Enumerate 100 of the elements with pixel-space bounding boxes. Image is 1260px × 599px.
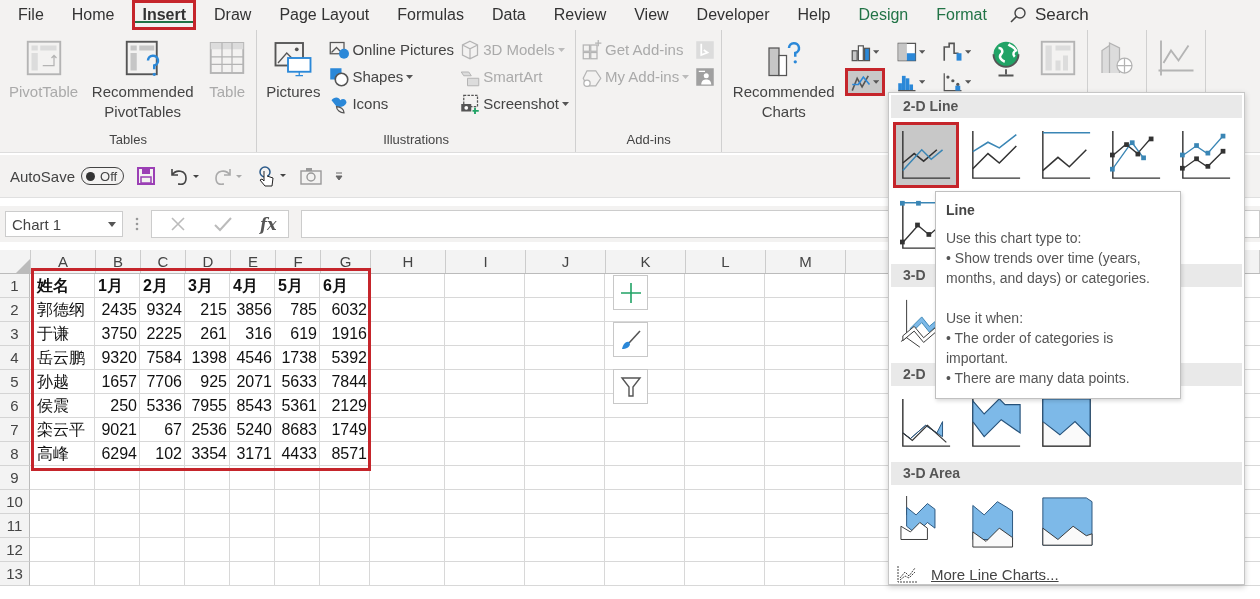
ribbon-tab[interactable]: Format: [926, 0, 997, 30]
row-header[interactable]: 1: [0, 274, 30, 298]
customize-icon[interactable]: [334, 171, 345, 181]
ribbon-button[interactable]: Icons: [329, 92, 455, 115]
table-cell[interactable]: 孙越: [30, 370, 95, 394]
table-cell[interactable]: 9320: [95, 346, 140, 370]
table-cell[interactable]: 316: [230, 322, 275, 346]
table-cell[interactable]: 岳云鹏: [30, 346, 95, 370]
table-cell[interactable]: 5336: [140, 394, 185, 418]
table-cell[interactable]: 4546: [230, 346, 275, 370]
table-cell[interactable]: 6月: [320, 274, 370, 298]
chart-styles-button[interactable]: [613, 322, 648, 357]
table-cell[interactable]: 4433: [275, 442, 320, 466]
table-cell[interactable]: 1749: [320, 418, 370, 442]
chart-elements-button[interactable]: [613, 275, 648, 310]
table-cell[interactable]: 6294: [95, 442, 140, 466]
table-cell[interactable]: 5361: [275, 394, 320, 418]
ribbon-button[interactable]: Pictures: [263, 36, 324, 132]
table-cell[interactable]: 9021: [95, 418, 140, 442]
ribbon-tab[interactable]: Developer: [686, 0, 780, 30]
column-header[interactable]: M: [766, 250, 846, 273]
touch-icon[interactable]: [256, 165, 289, 187]
table-cell[interactable]: 8571: [320, 442, 370, 466]
save-icon[interactable]: [136, 166, 157, 186]
column-header[interactable]: J: [526, 250, 606, 273]
row-header[interactable]: 3: [0, 322, 30, 346]
table-cell[interactable]: 925: [185, 370, 230, 394]
camera-icon[interactable]: [300, 167, 323, 185]
table-cell[interactable]: 102: [140, 442, 185, 466]
ribbon-button[interactable]: Screenshot: [460, 92, 569, 115]
table-cell[interactable]: 1398: [185, 346, 230, 370]
column-header[interactable]: B: [96, 250, 141, 273]
row-header[interactable]: 13: [0, 562, 30, 586]
table-cell[interactable]: 2月: [140, 274, 185, 298]
table-cell[interactable]: 8543: [230, 394, 275, 418]
table-cell[interactable]: 3354: [185, 442, 230, 466]
table-cell[interactable]: 栾云平: [30, 418, 95, 442]
row-header[interactable]: 11: [0, 514, 30, 538]
table-cell[interactable]: 3171: [230, 442, 275, 466]
ribbon-tab[interactable]: File: [8, 0, 54, 30]
row-header[interactable]: 9: [0, 466, 30, 490]
ribbon-tab[interactable]: Help: [787, 0, 841, 30]
ribbon-tab[interactable]: Insert: [132, 0, 197, 30]
ribbon-tab[interactable]: View: [624, 0, 679, 30]
ribbon-button[interactable]: Recommended Charts: [728, 36, 840, 150]
table-cell[interactable]: 5月: [275, 274, 320, 298]
column-header[interactable]: C: [141, 250, 186, 273]
table-cell[interactable]: 2225: [140, 322, 185, 346]
row-header[interactable]: 2: [0, 298, 30, 322]
column-header[interactable]: L: [686, 250, 766, 273]
table-cell[interactable]: 侯震: [30, 394, 95, 418]
insert-function-button[interactable]: fx: [260, 214, 277, 234]
table-cell[interactable]: 67: [140, 418, 185, 442]
column-header[interactable]: D: [186, 250, 231, 273]
row-header[interactable]: 10: [0, 490, 30, 514]
table-cell[interactable]: 7844: [320, 370, 370, 394]
column-header[interactable]: A: [31, 250, 96, 273]
ribbon-tab[interactable]: Review: [543, 0, 617, 30]
row-header[interactable]: 12: [0, 538, 30, 562]
check-icon[interactable]: [214, 216, 232, 232]
table-cell[interactable]: 6032: [320, 298, 370, 322]
table-cell[interactable]: 5240: [230, 418, 275, 442]
table-cell[interactable]: 250: [95, 394, 140, 418]
table-cell[interactable]: 3856: [230, 298, 275, 322]
table-cell[interactable]: 1738: [275, 346, 320, 370]
ribbon-tab[interactable]: Home: [61, 0, 125, 30]
table-cell[interactable]: 1657: [95, 370, 140, 394]
ribbon-tab[interactable]: Page Layout: [269, 0, 380, 30]
ribbon-tab[interactable]: Draw: [204, 0, 262, 30]
table-cell[interactable]: 高峰: [30, 442, 95, 466]
column-header[interactable]: H: [371, 250, 446, 273]
table-cell[interactable]: 2536: [185, 418, 230, 442]
row-header[interactable]: 8: [0, 442, 30, 466]
table-cell[interactable]: 3月: [185, 274, 230, 298]
more-charts-link[interactable]: More Line Charts...: [889, 559, 1067, 589]
ribbon-button[interactable]: Online Pictures: [329, 38, 455, 61]
table-cell[interactable]: 1916: [320, 322, 370, 346]
table-cell[interactable]: 姓名: [30, 274, 95, 298]
chart-filters-button[interactable]: [613, 369, 648, 404]
row-header[interactable]: 5: [0, 370, 30, 394]
column-header[interactable]: I: [446, 250, 526, 273]
table-cell[interactable]: 8683: [275, 418, 320, 442]
column-header[interactable]: K: [606, 250, 686, 273]
row-header[interactable]: 4: [0, 346, 30, 370]
table-cell[interactable]: 261: [185, 322, 230, 346]
table-cell[interactable]: 7706: [140, 370, 185, 394]
table-cell[interactable]: 于谦: [30, 322, 95, 346]
chart-type-option[interactable]: [893, 122, 959, 188]
undo-icon[interactable]: [168, 166, 201, 186]
table-cell[interactable]: 郭德纲: [30, 298, 95, 322]
table-cell[interactable]: 2071: [230, 370, 275, 394]
table-cell[interactable]: 2129: [320, 394, 370, 418]
ribbon-button[interactable]: Shapes: [329, 65, 455, 88]
table-cell[interactable]: 2435: [95, 298, 140, 322]
row-header[interactable]: 6: [0, 394, 30, 418]
table-cell[interactable]: 5392: [320, 346, 370, 370]
ribbon-tab[interactable]: Data: [481, 0, 536, 30]
table-cell[interactable]: 215: [185, 298, 230, 322]
table-cell[interactable]: 3750: [95, 322, 140, 346]
table-cell[interactable]: 9324: [140, 298, 185, 322]
